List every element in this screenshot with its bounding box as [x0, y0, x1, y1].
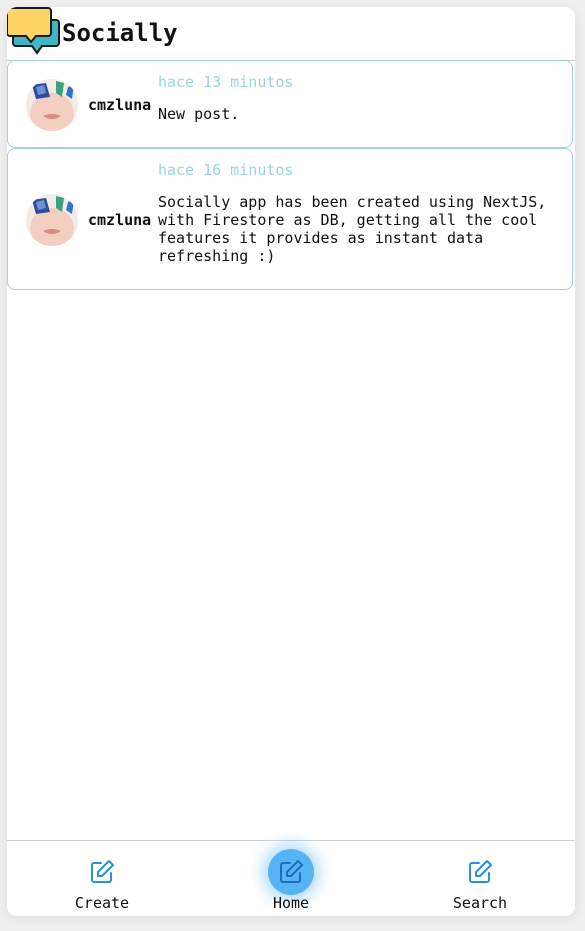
chat-bubbles-logo-icon: [7, 7, 60, 55]
avatar[interactable]: [26, 79, 78, 131]
post-content: Socially app has been created using Next…: [158, 193, 547, 265]
app-title: Socially: [62, 19, 178, 47]
edit-icon: [91, 860, 114, 883]
avatar-image: [26, 79, 78, 131]
post-timestamp: hace 16 minutos: [158, 161, 294, 179]
post-card[interactable]: cmzluna hace 13 minutos New post.: [7, 60, 573, 148]
post-username[interactable]: cmzluna: [88, 211, 151, 229]
app-window: Socially cmzluna hace 13 minutos New pos…: [7, 7, 575, 916]
avatar[interactable]: [26, 194, 78, 246]
post-card[interactable]: cmzluna hace 16 minutos Socially app has…: [7, 148, 573, 290]
avatar-image: [26, 194, 78, 246]
app-header: Socially: [7, 7, 575, 61]
nav-label: Home: [272, 894, 310, 912]
nav-create[interactable]: Create: [47, 841, 157, 916]
nav-label: Create: [74, 894, 130, 912]
post-username[interactable]: cmzluna: [88, 96, 151, 114]
post-content: New post.: [158, 105, 240, 123]
bottom-navigation: Create Home Search: [7, 840, 575, 916]
post-timestamp: hace 13 minutos: [158, 73, 294, 91]
nav-search[interactable]: Search: [425, 841, 535, 916]
nav-home[interactable]: Home: [236, 841, 346, 916]
edit-icon: [280, 860, 303, 883]
edit-icon: [469, 860, 492, 883]
nav-label: Search: [452, 894, 508, 912]
